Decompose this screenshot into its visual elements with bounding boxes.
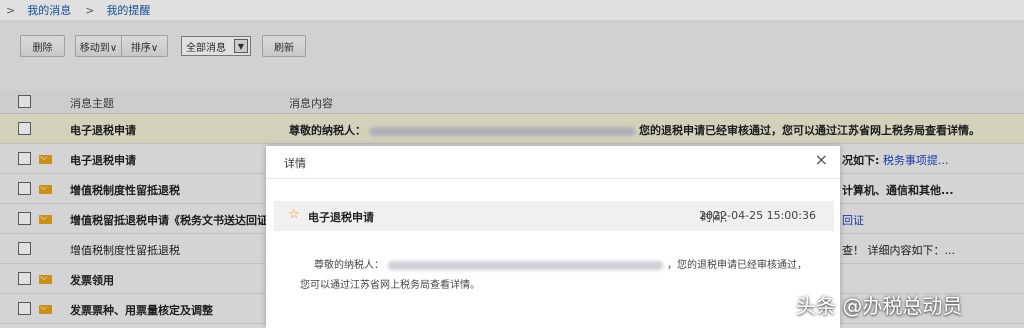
row-subject[interactable]: 电子退税申请 bbox=[70, 152, 136, 168]
row-content-snippet[interactable]: 况如下: 税务事项提... bbox=[842, 152, 948, 168]
row-content-link[interactable]: 回证 bbox=[842, 214, 864, 227]
breadcrumb-my-messages[interactable]: 我的消息 bbox=[27, 2, 71, 18]
redacted-text bbox=[388, 260, 663, 270]
row-checkbox[interactable] bbox=[18, 182, 31, 195]
row-subject[interactable]: 增值税制度性留抵退税 bbox=[70, 182, 180, 198]
row-checkbox[interactable] bbox=[18, 122, 31, 135]
row-content[interactable]: 尊敬的纳税人： 您的退税申请已经审核通过，您可以通过江苏省网上税务局查看详情。 bbox=[289, 122, 980, 138]
message-filter-value: 全部消息 bbox=[186, 42, 226, 54]
row-subject[interactable]: 增值税制度性留抵退税 bbox=[70, 242, 180, 258]
message-greeting: 尊敬的纳税人： bbox=[314, 260, 384, 271]
sort-button[interactable]: 排序∨ bbox=[121, 36, 167, 56]
refresh-button[interactable]: 刷新 bbox=[262, 35, 306, 57]
message-body: 尊敬的纳税人： ，您的退税申请已经审核通过， 您可以通过江苏省网上税务局查看详情。 bbox=[300, 256, 820, 296]
chevron-down-icon[interactable]: ▼ bbox=[234, 39, 248, 53]
message-title: 电子退税申请 bbox=[308, 211, 374, 224]
watermark: 头条 @办税总动员 bbox=[796, 294, 963, 318]
row-subject[interactable]: 电子退税申请 bbox=[70, 122, 136, 138]
row-content-link[interactable]: 税务事项提... bbox=[883, 154, 949, 167]
unread-mail-icon bbox=[39, 215, 52, 224]
unread-mail-icon bbox=[39, 185, 52, 194]
row-content-text: 查！ 详细内容如下：... bbox=[842, 244, 955, 257]
breadcrumb-separator: > bbox=[85, 3, 95, 17]
row-content-snippet[interactable]: 计算机、通信和其他... bbox=[842, 182, 954, 198]
star-icon[interactable]: ☆ bbox=[288, 208, 302, 222]
row-subject[interactable]: 发票票种、用票量核定及调整 bbox=[70, 302, 213, 318]
move-to-button[interactable]: 移动到∨ bbox=[76, 36, 121, 56]
row-subject[interactable]: 发票领用 bbox=[70, 272, 114, 288]
row-content-snippet[interactable]: 回证 bbox=[842, 212, 864, 228]
message-header: ☆ 电子退税申请 时间： 2022-04-25 15:00:36 bbox=[274, 201, 834, 231]
table-row[interactable]: 电子退税申请 尊敬的纳税人： 您的退税申请已经审核通过，您可以通过江苏省网上税务局… bbox=[0, 114, 1024, 144]
column-header-subject: 消息主题 bbox=[70, 97, 114, 110]
breadcrumb: > 我的消息 > 我的提醒 bbox=[0, 0, 1024, 20]
unread-mail-icon bbox=[39, 155, 52, 164]
dialog-title: 详情 bbox=[284, 157, 306, 170]
toolbar: 删除 移动到∨ 排序∨ 全部消息 ▼ 刷新 bbox=[0, 20, 1024, 90]
message-body-part1: ，您的退税申请已经审核通过， bbox=[667, 260, 807, 271]
row-checkbox[interactable] bbox=[18, 212, 31, 225]
row-subject[interactable]: 增值税留抵退税申请《税务文书送达回证》 bbox=[70, 212, 279, 228]
breadcrumb-my-reminders[interactable]: 我的提醒 bbox=[106, 2, 150, 18]
detail-dialog: 详情 × ☆ 电子退税申请 时间： 2022-04-25 15:00:36 尊敬… bbox=[266, 146, 840, 328]
redacted-text bbox=[370, 126, 635, 136]
dialog-divider bbox=[266, 178, 840, 179]
table-header: 消息主题 消息内容 bbox=[0, 90, 1024, 114]
row-content-suffix: 您的退税申请已经审核通过，您可以通过江苏省网上税务局查看详情。 bbox=[639, 124, 980, 137]
row-checkbox[interactable] bbox=[18, 272, 31, 285]
close-icon[interactable]: × bbox=[815, 152, 828, 168]
row-content-prefix: 尊敬的纳税人： bbox=[289, 124, 366, 137]
row-checkbox[interactable] bbox=[18, 302, 31, 315]
delete-button[interactable]: 删除 bbox=[20, 35, 65, 57]
breadcrumb-separator: > bbox=[6, 3, 16, 17]
message-filter-select[interactable]: 全部消息 ▼ bbox=[181, 36, 251, 56]
row-checkbox[interactable] bbox=[18, 242, 31, 255]
message-time: 2022-04-25 15:00:36 bbox=[699, 209, 816, 222]
row-content-text: 况如下: bbox=[842, 154, 880, 167]
message-body-part2: 您可以通过江苏省网上税务局查看详情。 bbox=[300, 280, 480, 291]
select-all-checkbox[interactable] bbox=[18, 95, 31, 108]
row-content-snippet[interactable]: 查！ 详细内容如下：... bbox=[842, 242, 955, 258]
row-content-text: 计算机、通信和其他... bbox=[842, 184, 954, 197]
move-sort-button-group: 移动到∨ 排序∨ bbox=[75, 35, 168, 57]
row-checkbox[interactable] bbox=[18, 152, 31, 165]
unread-mail-icon bbox=[39, 305, 52, 314]
unread-mail-icon bbox=[39, 275, 52, 284]
column-header-content: 消息内容 bbox=[289, 97, 333, 110]
